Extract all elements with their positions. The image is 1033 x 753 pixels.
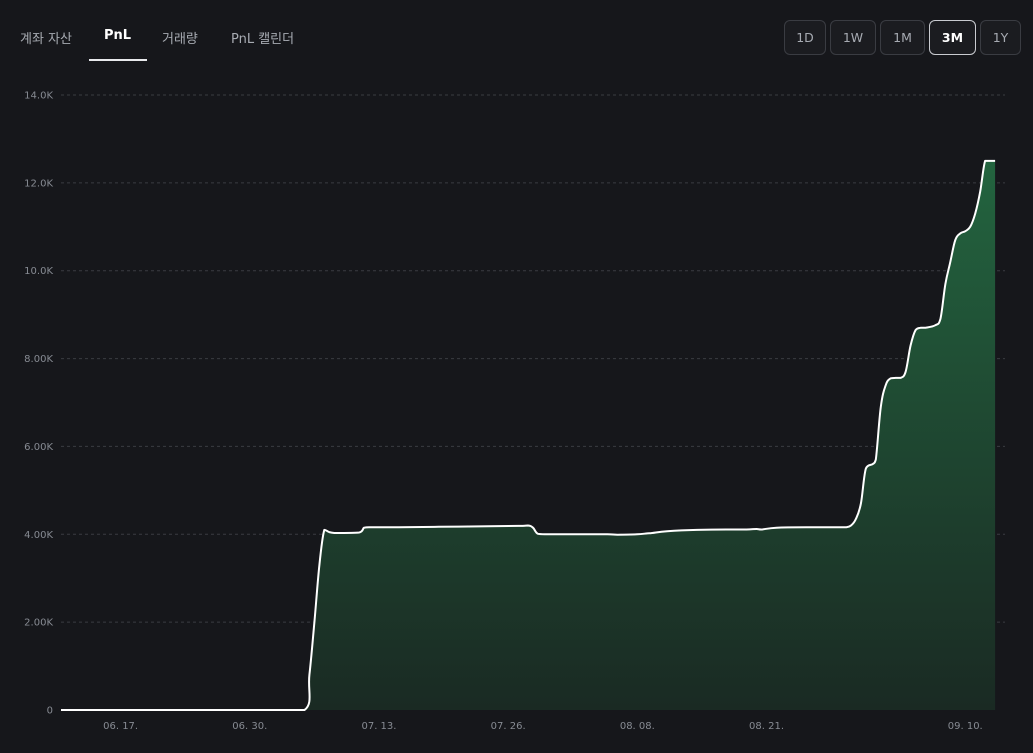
x-tick-label: 09. 10. [948, 721, 983, 732]
y-tick-label: 2.00K [24, 618, 53, 629]
x-axis: 06. 17. 06. 30. 07. 13. 07. 26. 08. 08. 08. 2… [103, 721, 983, 732]
x-tick-label: 06. 17. [103, 721, 138, 732]
x-tick-label: 07. 13. [361, 721, 396, 732]
y-tick-label: 4.00K [24, 530, 53, 541]
x-tick-label: 07. 26. [491, 721, 526, 732]
y-tick-label: 6.00K [24, 442, 53, 453]
x-tick-label: 08. 21. [749, 721, 784, 732]
y-tick-label: 10.0K [24, 266, 53, 277]
y-tick-label: 8.00K [24, 354, 53, 365]
y-tick-label: 12.0K [24, 178, 53, 189]
y-axis: 0 2.00K 4.00K 6.00K 8.00K 10.0K 12.0K 14.0K [24, 91, 53, 717]
x-tick-label: 06. 30. [232, 721, 267, 732]
pnl-area-fill [61, 160, 996, 710]
y-tick-label: 0 [47, 706, 53, 717]
pnl-area-chart[interactable]: 0 2.00K 4.00K 6.00K 8.00K 10.0K 12.0K 14.0K 06.… [0, 0, 1033, 753]
x-tick-label: 08. 08. [620, 721, 655, 732]
y-tick-label: 14.0K [24, 91, 53, 102]
